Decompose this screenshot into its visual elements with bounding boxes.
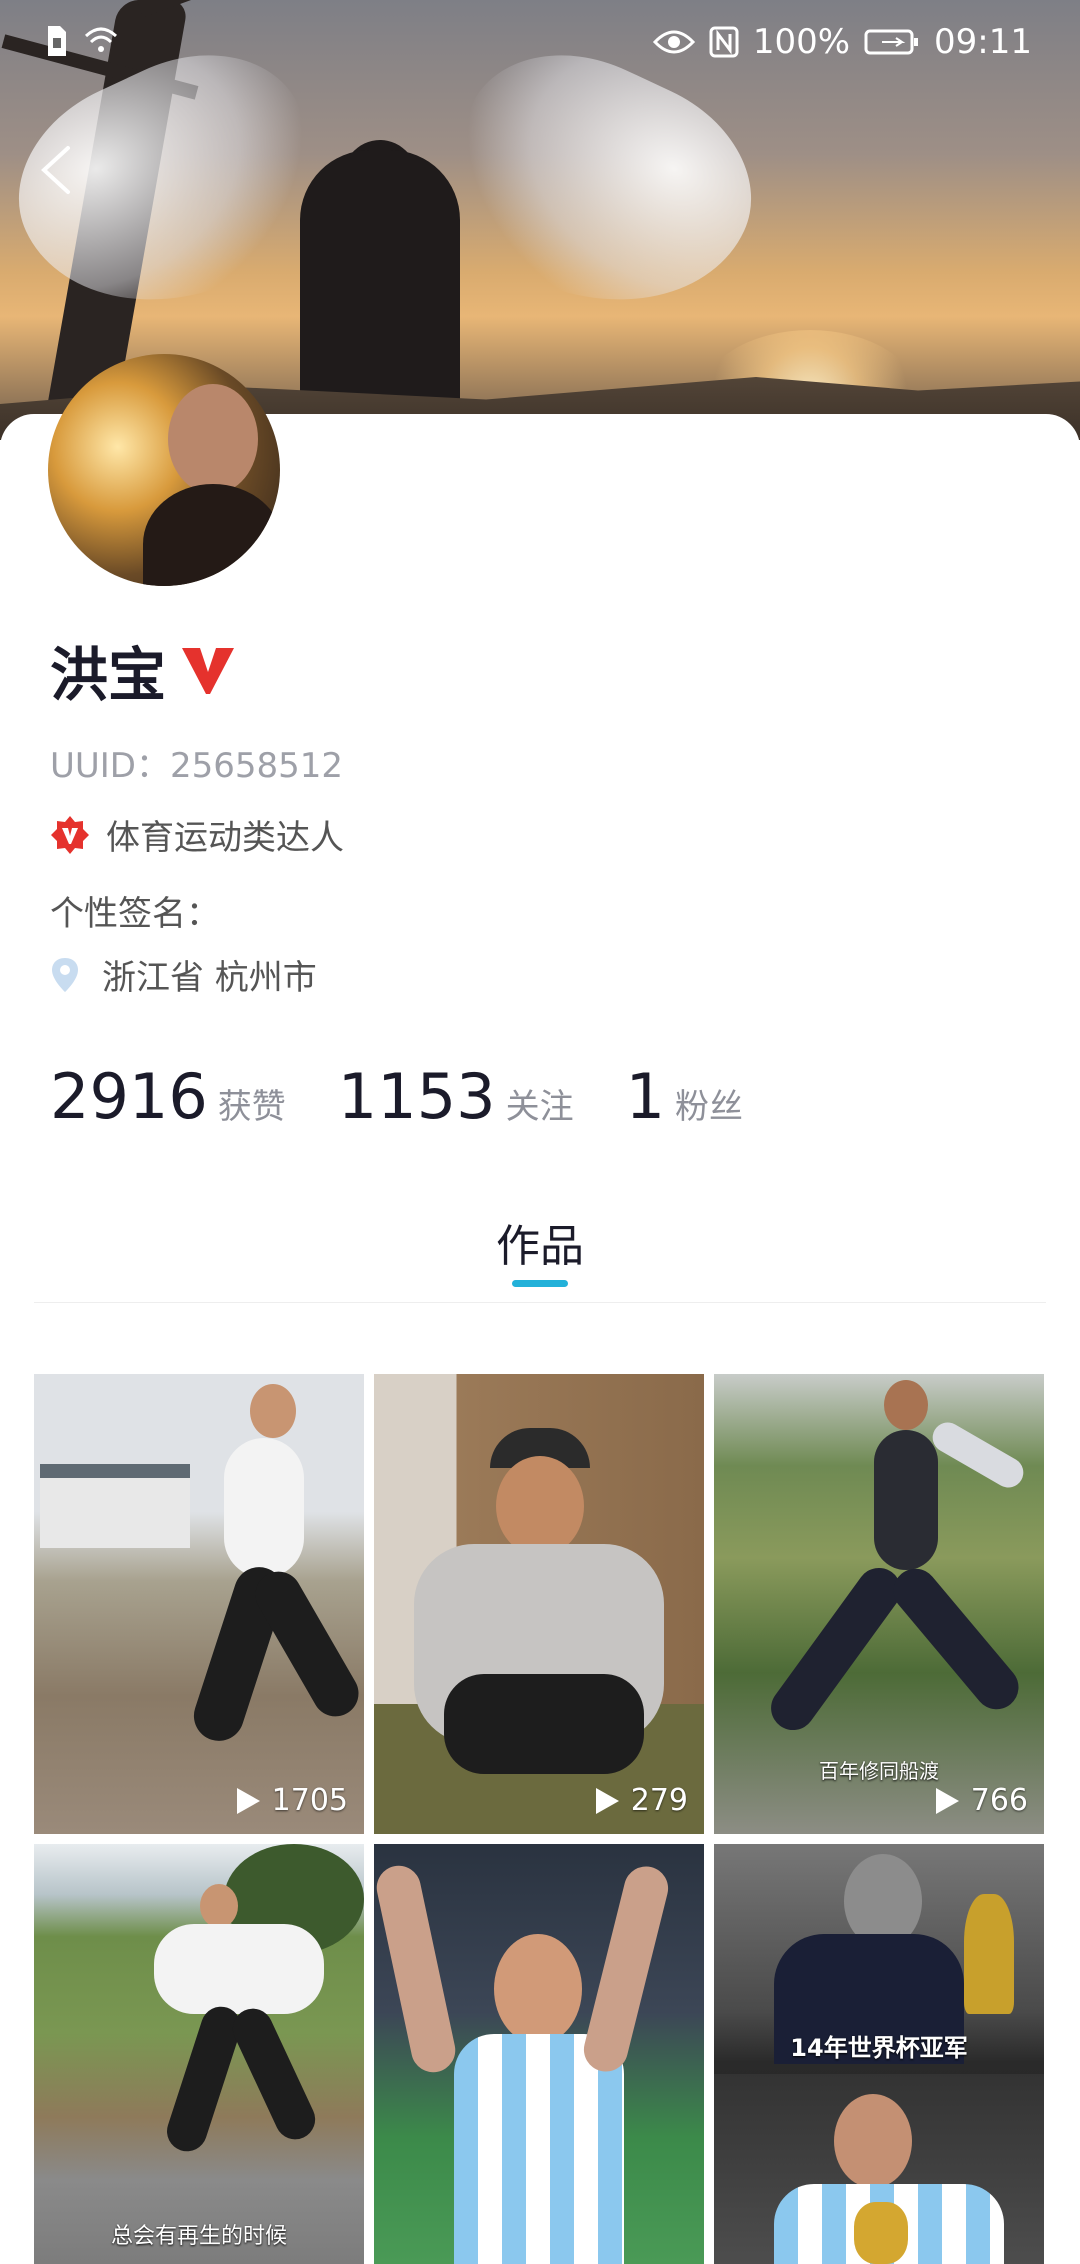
play-count-value: 1705 bbox=[271, 1783, 348, 1818]
video-tile[interactable]: 14年世界杯亚军 bbox=[714, 1844, 1044, 2264]
battery-icon bbox=[864, 29, 919, 55]
play-count-value: 766 bbox=[970, 1783, 1028, 1818]
stats-row: 2916 获赞 1153 关注 1 粉丝 bbox=[50, 1060, 795, 1133]
signature-label: 个性签名： bbox=[50, 894, 220, 934]
stat-fans-count: 1 bbox=[625, 1060, 666, 1133]
battery-percent: 100% bbox=[752, 22, 851, 62]
tab-works[interactable]: 作品 bbox=[34, 1210, 1046, 1274]
clock: 09:11 bbox=[934, 22, 1032, 62]
user-name: 洪宝 bbox=[50, 641, 167, 709]
video-caption: 总会有再生的时候 bbox=[110, 2224, 287, 2249]
video-tile[interactable]: 279 bbox=[374, 1374, 704, 1834]
stat-following-count: 1153 bbox=[337, 1060, 496, 1133]
stat-likes[interactable]: 2916 获赞 bbox=[50, 1060, 286, 1133]
avatar[interactable] bbox=[48, 354, 280, 586]
play-icon bbox=[935, 1787, 959, 1814]
stat-likes-label: 获赞 bbox=[217, 1087, 286, 1127]
name-row: 洪宝 bbox=[50, 628, 236, 712]
status-bar: 100% 09:11 bbox=[0, 0, 1080, 84]
location-row: 浙江省 杭州市 bbox=[50, 950, 317, 999]
certified-badge-icon bbox=[51, 815, 89, 854]
uuid-label: UUID：25658512 bbox=[50, 746, 344, 786]
video-tile[interactable]: 1705 bbox=[34, 1374, 364, 1834]
stat-following[interactable]: 1153 关注 bbox=[338, 1060, 574, 1133]
trophy bbox=[964, 1894, 1014, 2014]
location-label: 浙江省 杭州市 bbox=[102, 958, 317, 998]
sim-card-icon bbox=[48, 26, 66, 56]
nfc-icon bbox=[709, 26, 739, 58]
stat-fans-label: 粉丝 bbox=[675, 1087, 744, 1127]
eye-comfort-icon bbox=[652, 30, 695, 54]
play-icon bbox=[595, 1787, 619, 1814]
back-arrow-icon[interactable] bbox=[28, 140, 88, 200]
video-tile[interactable] bbox=[374, 1844, 704, 2264]
house bbox=[40, 1464, 190, 1548]
content-tabs: 作品 bbox=[34, 1200, 1046, 1303]
location-pin-icon bbox=[52, 957, 78, 992]
trophy bbox=[854, 2202, 908, 2264]
stat-following-label: 关注 bbox=[505, 1087, 574, 1127]
wifi-icon bbox=[84, 27, 118, 52]
video-caption: 百年修同船渡 bbox=[819, 1759, 939, 1783]
expert-tag: 体育运动类达人 bbox=[50, 810, 344, 859]
video-tile[interactable]: 百年修同船渡 766 bbox=[714, 1374, 1044, 1834]
stat-likes-count: 2916 bbox=[50, 1060, 208, 1133]
play-count: 1705 bbox=[234, 1783, 348, 1818]
stat-fans[interactable]: 1 粉丝 bbox=[626, 1060, 743, 1133]
expert-tag-label: 体育运动类达人 bbox=[106, 818, 344, 858]
play-count: 766 bbox=[933, 1783, 1028, 1818]
video-caption: 14年世界杯亚军 bbox=[790, 2034, 968, 2062]
verified-v-icon bbox=[182, 648, 235, 694]
video-tile[interactable]: 总会有再生的时候 bbox=[34, 1844, 364, 2264]
play-icon bbox=[236, 1787, 260, 1814]
play-count-value: 279 bbox=[630, 1783, 688, 1818]
play-count: 279 bbox=[593, 1783, 688, 1818]
tab-active-indicator bbox=[512, 1280, 568, 1287]
